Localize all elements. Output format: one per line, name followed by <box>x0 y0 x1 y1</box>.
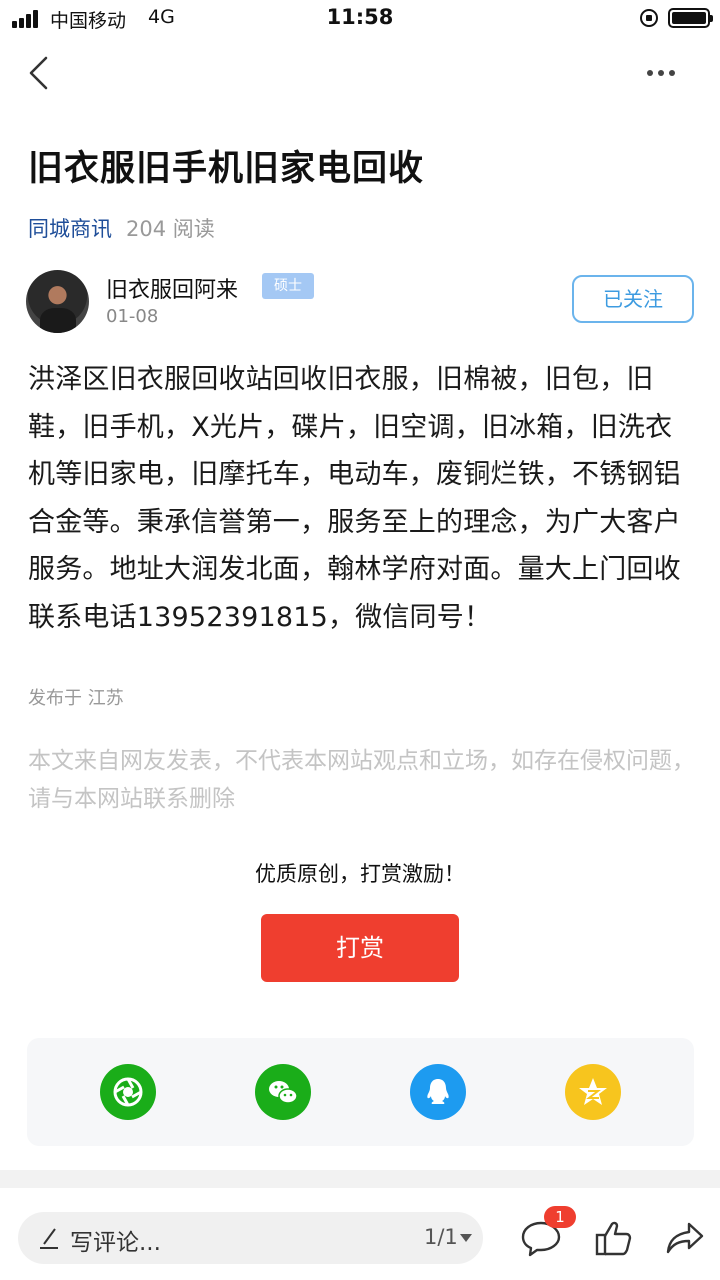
thumbs-up-icon[interactable] <box>594 1218 634 1258</box>
pencil-icon <box>40 1228 58 1249</box>
follow-button[interactable]: 已关注 <box>572 275 694 323</box>
more-icon[interactable] <box>646 64 676 82</box>
comment-count-badge: 1 <box>544 1206 576 1228</box>
article-title: 旧衣服旧手机旧家电回收 <box>28 149 425 189</box>
article-meta: 同城商讯 204 阅读 <box>28 213 215 243</box>
article-body: 洪泽区旧衣服回收站回收旧衣服，旧棉被，旧包，旧鞋，旧手机，X光片，碟片，旧空调，… <box>28 364 681 633</box>
rotation-lock-icon <box>640 9 658 27</box>
reward-prompt: 优质原创，打赏激励！ <box>255 862 465 886</box>
share-moments-button[interactable] <box>100 1064 156 1120</box>
comment-input[interactable]: 写评论... 1/1 <box>18 1212 483 1264</box>
publish-location: 发布于 江苏 <box>28 688 124 709</box>
share-panel <box>27 1038 694 1146</box>
share-qq-button[interactable] <box>410 1064 466 1120</box>
back-icon[interactable] <box>26 56 60 90</box>
disclaimer: 本文来自网友发表，不代表本网站观点和立场，如存在侵权问题，请与本网站联系删除 <box>28 748 695 812</box>
wechat-icon <box>269 1081 298 1104</box>
section-divider <box>0 1170 720 1188</box>
page-indicator[interactable]: 1/1 <box>424 1225 458 1249</box>
share-qzone-button[interactable] <box>565 1064 621 1120</box>
channel-link[interactable]: 同城商讯 <box>28 217 112 241</box>
author-name[interactable]: 旧衣服回阿来 <box>106 272 238 304</box>
moments-icon <box>113 1077 143 1107</box>
author-row: 旧衣服回阿来 硕士 01-08 已关注 <box>26 270 696 336</box>
battery-icon <box>668 8 713 28</box>
reward-button[interactable]: 打赏 <box>261 914 459 982</box>
avatar[interactable] <box>26 270 89 333</box>
share-wechat-button[interactable] <box>255 1064 311 1120</box>
bottom-bar: 写评论... 1/1 1 <box>0 1188 720 1280</box>
comment-placeholder: 写评论... <box>70 1230 161 1256</box>
qq-icon <box>427 1079 449 1104</box>
read-count: 204 阅读 <box>126 217 215 241</box>
qzone-icon <box>579 1078 607 1105</box>
status-bar: 中国移动 4G 11:58 <box>0 0 720 38</box>
article-page: 中国移动 4G 11:58 旧衣服旧手机旧家电回收 同城商讯 204 阅读 旧衣服… <box>0 0 720 1280</box>
clock: 11:58 <box>326 5 394 29</box>
share-icon[interactable] <box>665 1220 705 1256</box>
author-badge: 硕士 <box>262 273 314 299</box>
publish-date: 01-08 <box>106 306 159 327</box>
chevron-down-icon[interactable] <box>460 1234 472 1242</box>
